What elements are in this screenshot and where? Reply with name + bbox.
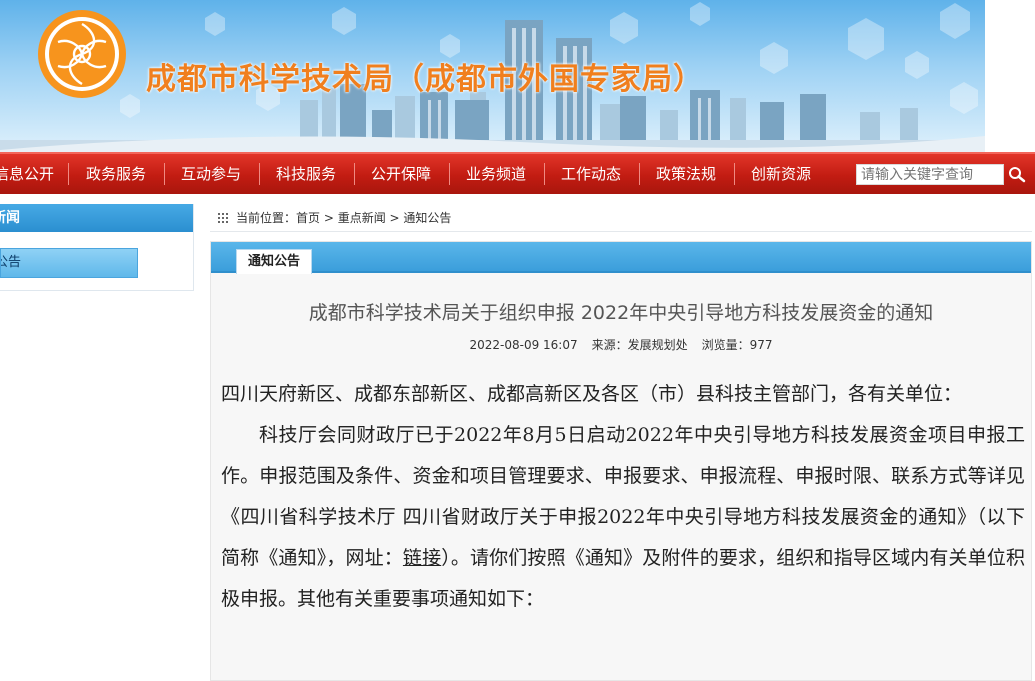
- nav-item-government-services[interactable]: 政务服务: [86, 154, 146, 194]
- breadcrumb-news-link[interactable]: 重点新闻: [338, 211, 386, 225]
- search-input[interactable]: [856, 164, 1004, 185]
- article-salutation: 四川天府新区、成都东部新区、成都高新区及各区（市）县科技主管部门，各有关单位：: [221, 383, 963, 405]
- nav-item-business-channel[interactable]: 业务频道: [466, 154, 526, 194]
- breadcrumb-home-link[interactable]: 首页: [296, 211, 320, 225]
- breadcrumb-separator: >: [385, 211, 404, 225]
- nav-item-work-news[interactable]: 工作动态: [561, 154, 621, 194]
- sidebar-heading: 新闻: [0, 204, 193, 232]
- nav-item-policies[interactable]: 政策法规: [656, 154, 716, 194]
- nav-item-info-disclosure[interactable]: 信息公开: [0, 154, 54, 194]
- article-paragraph: 科技厅会同财政厅已于2022年8月5日启动2022年中央引导地方科技发展资金项目…: [221, 415, 1025, 620]
- nav-item-innovation-resources[interactable]: 创新资源: [751, 154, 811, 194]
- nav-divider: [544, 163, 545, 185]
- nav-divider: [164, 163, 165, 185]
- breadcrumb-notices-link[interactable]: 通知公告: [403, 211, 451, 225]
- article-meta: 2022-08-09 16:07 来源：发展规划处 浏览量：977: [211, 336, 1031, 353]
- content-panel: 通知公告 成都市科学技术局关于组织申报 2022年中央引导地方科技发展资金的通知…: [210, 241, 1032, 681]
- article-views: 浏览量：977: [701, 338, 773, 352]
- nav-item-tech-services[interactable]: 科技服务: [276, 154, 336, 194]
- breadcrumb-separator: >: [320, 211, 338, 225]
- article-title: 成都市科学技术局关于组织申报 2022年中央引导地方科技发展资金的通知: [308, 302, 934, 324]
- nav-divider: [68, 163, 69, 185]
- dot-grid-icon: [218, 213, 228, 223]
- article-date: 2022-08-09 16:07: [469, 338, 578, 352]
- nav-item-disclosure-guarantee[interactable]: 公开保障: [371, 154, 431, 194]
- nav-divider: [259, 163, 260, 185]
- site-banner: 成都市科学技术局（成都市外国专家局）: [0, 0, 985, 152]
- panel-tab-bar: 通知公告: [211, 242, 1031, 274]
- nav-item-interaction[interactable]: 互动参与: [181, 154, 241, 194]
- article-source: 来源：发展规划处: [591, 338, 688, 352]
- main-nav: 信息公开 政务服务 互动参与 科技服务 公开保障 业务频道 工作动态 政策法规 …: [0, 152, 1035, 194]
- sidebar-item-notices[interactable]: 公告: [0, 248, 138, 278]
- site-title: 成都市科学技术局（成都市外国专家局）: [146, 62, 704, 97]
- logo-icon: [38, 10, 126, 98]
- notice-link[interactable]: 链接: [403, 547, 441, 569]
- search-icon[interactable]: [1005, 165, 1029, 185]
- article-body: 四川天府新区、成都东部新区、成都高新区及各区（市）县科技主管部门，各有关单位： …: [221, 374, 1025, 620]
- breadcrumb: 当前位置：首页 > 重点新闻 > 通知公告: [210, 205, 1032, 232]
- left-sidebar: 新闻 公告: [0, 204, 194, 291]
- nav-divider: [734, 163, 735, 185]
- breadcrumb-trail: 当前位置：首页 > 重点新闻 > 通知公告: [236, 205, 451, 231]
- tab-notices[interactable]: 通知公告: [236, 249, 312, 274]
- nav-divider: [639, 163, 640, 185]
- breadcrumb-prefix: 当前位置：: [236, 211, 297, 225]
- nav-divider: [449, 163, 450, 185]
- nav-divider: [354, 163, 355, 185]
